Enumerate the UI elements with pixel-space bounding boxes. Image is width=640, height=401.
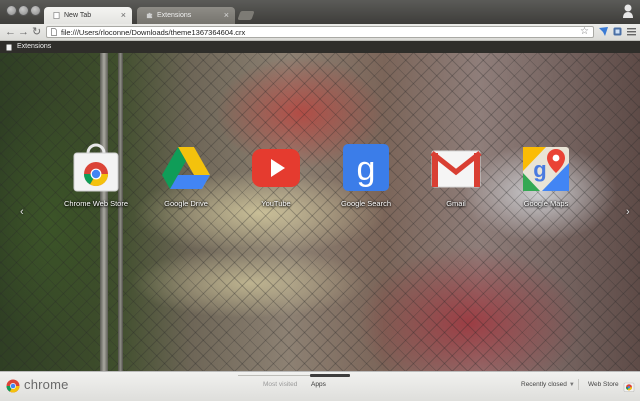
google-search-icon: g <box>343 144 389 191</box>
recently-closed-label: Recently closed <box>521 381 567 388</box>
chrome-wordmark: chrome <box>24 377 69 392</box>
footer-nav-apps[interactable]: Apps <box>311 381 326 388</box>
page-icon <box>53 12 60 19</box>
app-label: Chrome Web Store <box>63 199 129 208</box>
tab-label: Extensions <box>157 12 192 19</box>
window-minimize-button[interactable] <box>18 5 29 16</box>
ntp-footer: chrome Most visited Apps Recently closed… <box>0 371 640 401</box>
omnibox[interactable]: file:///Users/rloconne/Downloads/theme13… <box>46 26 594 38</box>
tab-label: New Tab <box>64 12 92 19</box>
app-label: Gmail <box>446 199 466 208</box>
url-text[interactable]: file:///Users/rloconne/Downloads/theme13… <box>61 27 245 38</box>
youtube-icon <box>252 149 300 187</box>
app-gmail[interactable]: Gmail <box>410 143 500 213</box>
app-youtube[interactable]: YouTube <box>230 143 320 213</box>
chevron-down-icon: ▼ <box>568 382 575 388</box>
app-label: Google Maps <box>523 199 569 208</box>
app-label: Google Search <box>340 199 392 208</box>
google-drive-icon <box>162 147 210 189</box>
close-icon[interactable]: × <box>121 10 126 20</box>
extension-action-icon-2[interactable] <box>612 26 623 37</box>
bookmark-star-icon[interactable]: ☆ <box>580 26 589 37</box>
tab-extensions[interactable]: Extensions × <box>137 7 235 24</box>
svg-text:g: g <box>533 157 546 182</box>
recently-closed-menu[interactable]: Recently closed ▼ <box>521 381 575 388</box>
back-button[interactable]: ← <box>5 26 16 38</box>
next-page-chevron-icon[interactable]: › <box>626 206 630 218</box>
app-label: YouTube <box>261 199 291 208</box>
menu-icon[interactable] <box>627 27 636 36</box>
chrome-logo-icon <box>6 379 20 393</box>
file-icon <box>51 28 57 36</box>
app-google-search[interactable]: g Google Search <box>320 143 410 213</box>
web-store-link[interactable]: Web Store <box>588 381 619 388</box>
tab-new-tab[interactable]: New Tab × <box>44 7 132 24</box>
new-tab-button[interactable] <box>237 11 255 20</box>
close-icon[interactable]: × <box>224 10 229 20</box>
app-label: Google Drive <box>164 199 208 208</box>
bookmark-extensions[interactable]: Extensions <box>6 42 51 52</box>
bookmarks-bar: Extensions <box>0 41 640 53</box>
page-icon <box>6 44 12 50</box>
page-switcher-indicator <box>238 373 378 378</box>
forward-button[interactable]: → <box>18 26 29 38</box>
web-store-icon[interactable] <box>623 380 635 392</box>
tab-strip: New Tab × Extensions × <box>0 0 640 24</box>
app-chrome-web-store[interactable]: Chrome Web Store <box>50 143 140 213</box>
footer-divider <box>578 379 579 390</box>
window-zoom-button[interactable] <box>30 5 41 16</box>
profile-avatar-icon[interactable] <box>622 3 634 19</box>
app-google-drive[interactable]: Google Drive <box>140 143 230 213</box>
svg-text:g: g <box>357 150 376 188</box>
chrome-web-store-icon <box>73 143 119 192</box>
window-close-button[interactable] <box>6 5 17 16</box>
prev-page-chevron-icon[interactable]: ‹ <box>20 206 24 218</box>
google-maps-icon: g <box>523 147 569 191</box>
toolbar: ← → ↻ file:///Users/rloconne/Downloads/t… <box>0 24 640 41</box>
puzzle-icon <box>146 12 153 19</box>
app-google-maps[interactable]: g Google Maps <box>500 143 590 213</box>
apps-page: ‹ › Chrome Web Store Google Drive YouTub… <box>0 53 640 371</box>
extension-action-icon[interactable] <box>598 26 609 37</box>
gmail-icon <box>430 150 482 188</box>
reload-button[interactable]: ↻ <box>32 26 41 38</box>
footer-nav-most-visited[interactable]: Most visited <box>263 381 297 388</box>
bookmark-label: Extensions <box>17 43 52 50</box>
